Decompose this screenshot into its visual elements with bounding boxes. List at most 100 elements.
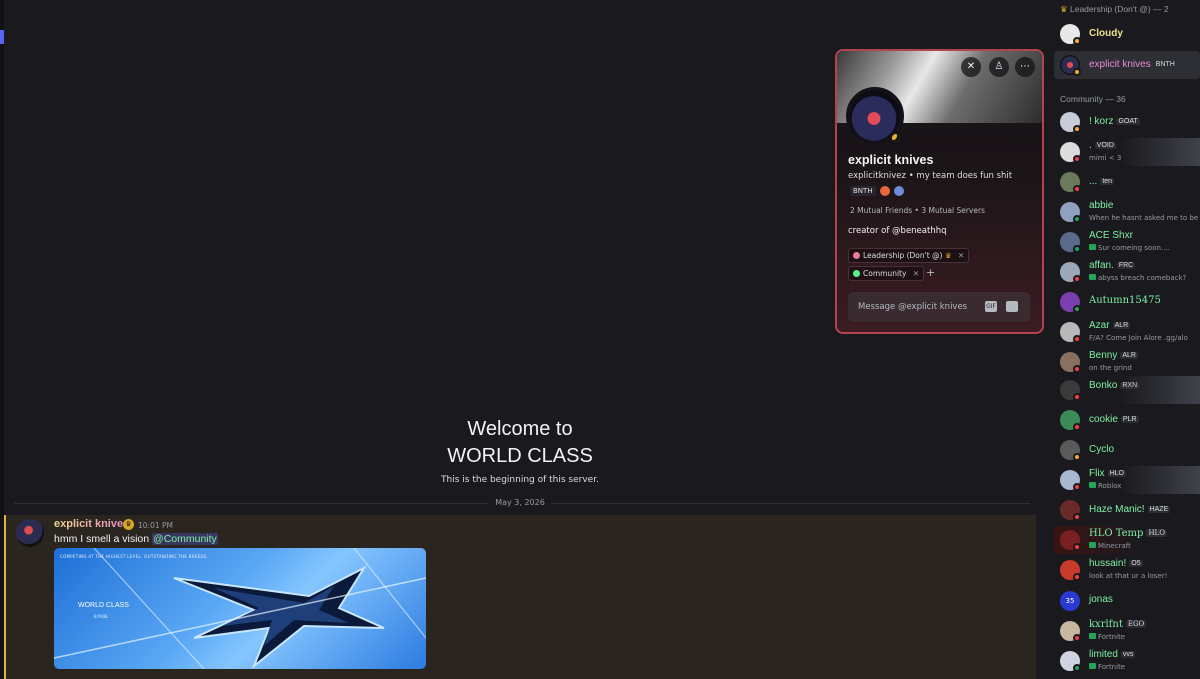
status-icon: [1073, 483, 1081, 491]
member-name-text: jonas: [1089, 594, 1113, 605]
member-item[interactable]: Haze Manic! HAZE: [1054, 496, 1200, 524]
role-color-dot: [853, 252, 860, 259]
member-item[interactable]: Cloudy: [1054, 20, 1200, 48]
welcome-subtitle: This is the beginning of this server.: [441, 475, 599, 485]
image-brand: WORLD CLASS: [78, 602, 129, 609]
role-name: Leadership (Don't @): [863, 251, 943, 260]
member-item[interactable]: abbie When he hasnt asked me to be h: [1054, 198, 1200, 226]
nitro-icon[interactable]: ✕: [961, 57, 981, 77]
message-image-attachment[interactable]: COMPETING AT THE HIGHEST LEVEL. OUTSTAND…: [54, 548, 426, 669]
member-name-text: hussain!: [1089, 558, 1127, 569]
member-name: Bonko RXN: [1089, 380, 1140, 391]
member-activity: abyss breach comeback?: [1089, 274, 1186, 282]
member-item[interactable]: kxrlfnt EGO Fortnite: [1054, 617, 1200, 645]
member-name-text: Bonko: [1089, 380, 1118, 391]
member-activity-text: abyss breach comeback?: [1098, 274, 1187, 282]
member-tag: FRC: [1116, 262, 1136, 269]
message-text: hmm I smell a vision: [54, 533, 150, 545]
status-icon: [1073, 543, 1081, 551]
mutuals-line[interactable]: 2 Mutual Friends • 3 Mutual Servers: [850, 206, 985, 215]
member-activity-text: Fortnite: [1098, 633, 1126, 641]
member-tag: O5: [1129, 560, 1143, 567]
member-item[interactable]: limited vvs Fortnite: [1054, 647, 1200, 675]
message-avatar[interactable]: [16, 519, 44, 547]
hypesquad-badge-icon[interactable]: [879, 186, 890, 196]
message-placeholder: Message @explicit knives: [858, 302, 968, 312]
member-tag: EGO: [1125, 620, 1147, 628]
status-icon: [1073, 634, 1081, 642]
gamepad-icon: [1089, 482, 1096, 488]
crown-icon: ♛: [1060, 4, 1068, 14]
member-name-text: ...: [1089, 176, 1098, 187]
gamepad-icon: [1089, 274, 1096, 280]
member-item[interactable]: Azar ALR F/A? Come Join Alore .gg/alo: [1054, 318, 1200, 346]
gift-icon[interactable]: [1006, 301, 1018, 312]
more-options-icon[interactable]: ⋯: [1015, 57, 1035, 77]
member-item[interactable]: Benny ALR on the grind: [1054, 348, 1200, 376]
member-name: Cyclo: [1089, 444, 1114, 455]
member-item[interactable]: explicit knives BNTH: [1054, 51, 1200, 79]
gif-icon[interactable]: GIF: [985, 301, 997, 312]
member-activity-text: Roblox: [1098, 482, 1122, 490]
group-header-label: Community — 36: [1060, 94, 1126, 104]
status-icon: [1073, 155, 1081, 163]
mutual-servers[interactable]: 3 Mutual Servers: [921, 206, 985, 215]
welcome-line-2: WORLD CLASS: [447, 445, 593, 467]
member-name: Cloudy: [1089, 28, 1123, 39]
message[interactable]: explicit knives ♛ 10:01 PM hmm I smell a…: [4, 515, 1036, 679]
member-activity: Minecraft: [1089, 542, 1131, 550]
member-name-text: limited: [1089, 649, 1118, 660]
member-activity: Fortnite: [1089, 633, 1125, 641]
member-tag: ALR: [1112, 322, 1131, 329]
status-icon: [1073, 68, 1081, 76]
member-item[interactable]: ! korz GOAT: [1054, 108, 1200, 136]
status-icon: [1073, 245, 1081, 253]
member-name: ACE Shxr: [1089, 230, 1133, 241]
remove-role-icon[interactable]: ✕: [913, 269, 919, 278]
member-item[interactable]: ACE Shxr Sur comeing soon....: [1054, 228, 1200, 256]
role-mention[interactable]: @Community: [152, 533, 218, 545]
profile-pronouns: my team does fun shit: [916, 171, 1013, 181]
mutual-friends[interactable]: 2 Mutual Friends: [850, 206, 912, 215]
member-tag: HLO: [1146, 529, 1167, 537]
member-name-text: affan.: [1089, 260, 1114, 271]
message-author[interactable]: explicit knives: [54, 518, 129, 530]
member-item[interactable]: Flix HLO Roblox: [1054, 466, 1200, 494]
member-tag: ALR: [1120, 352, 1138, 359]
member-name: affan. FRC: [1089, 260, 1136, 271]
add-role-button[interactable]: +: [926, 266, 935, 279]
member-item[interactable]: hussain! O5 look at that ur a loser!: [1054, 556, 1200, 584]
member-item[interactable]: HLO Temp HLO Minecraft: [1054, 526, 1200, 554]
profile-message-input[interactable]: Message @explicit knives GIF: [848, 292, 1030, 322]
role-pill-leadership[interactable]: Leadership (Don't @) ♛ ✕: [848, 248, 970, 263]
nitro-badge-icon[interactable]: [893, 186, 904, 196]
member-item[interactable]: Bonko RXN: [1054, 376, 1200, 404]
member-activity: When he hasnt asked me to be h: [1089, 214, 1200, 222]
server-tag[interactable]: BNTH: [850, 186, 876, 196]
member-activity: F/A? Come Join Alore .gg/alo: [1089, 334, 1188, 342]
member-item[interactable]: Cyclo: [1054, 436, 1200, 464]
member-item[interactable]: ... ten: [1054, 168, 1200, 196]
gamepad-icon: [1089, 633, 1096, 639]
member-item[interactable]: Autumn15475: [1054, 288, 1200, 316]
member-tag: HAZE: [1147, 506, 1171, 513]
status-icon: [1073, 573, 1081, 581]
status-icon: [1073, 215, 1081, 223]
member-name: abbie: [1089, 200, 1113, 211]
member-item[interactable]: affan. FRC abyss breach comeback?: [1054, 258, 1200, 286]
member-activity: on the grind: [1089, 364, 1132, 372]
add-friend-icon[interactable]: ♙: [989, 57, 1009, 77]
member-item[interactable]: cookie PLR: [1054, 406, 1200, 434]
status-icon: [1073, 185, 1081, 193]
remove-role-icon[interactable]: ✕: [958, 251, 964, 260]
member-name: ! korz GOAT: [1089, 116, 1140, 127]
gamepad-icon: [1089, 663, 1096, 669]
member-item[interactable]: . VOID mimi < 3: [1054, 138, 1200, 166]
idle-status-icon: [889, 131, 903, 145]
role-pill-community[interactable]: Community ✕: [848, 266, 925, 281]
group-header-label: Leadership (Don't @) — 2: [1070, 4, 1169, 14]
member-name-text: abbie: [1089, 200, 1114, 211]
member-item[interactable]: 35 jonas: [1054, 587, 1200, 615]
member-tag: GOAT: [1116, 118, 1140, 125]
member-name-text: explicit knives: [1089, 59, 1151, 70]
